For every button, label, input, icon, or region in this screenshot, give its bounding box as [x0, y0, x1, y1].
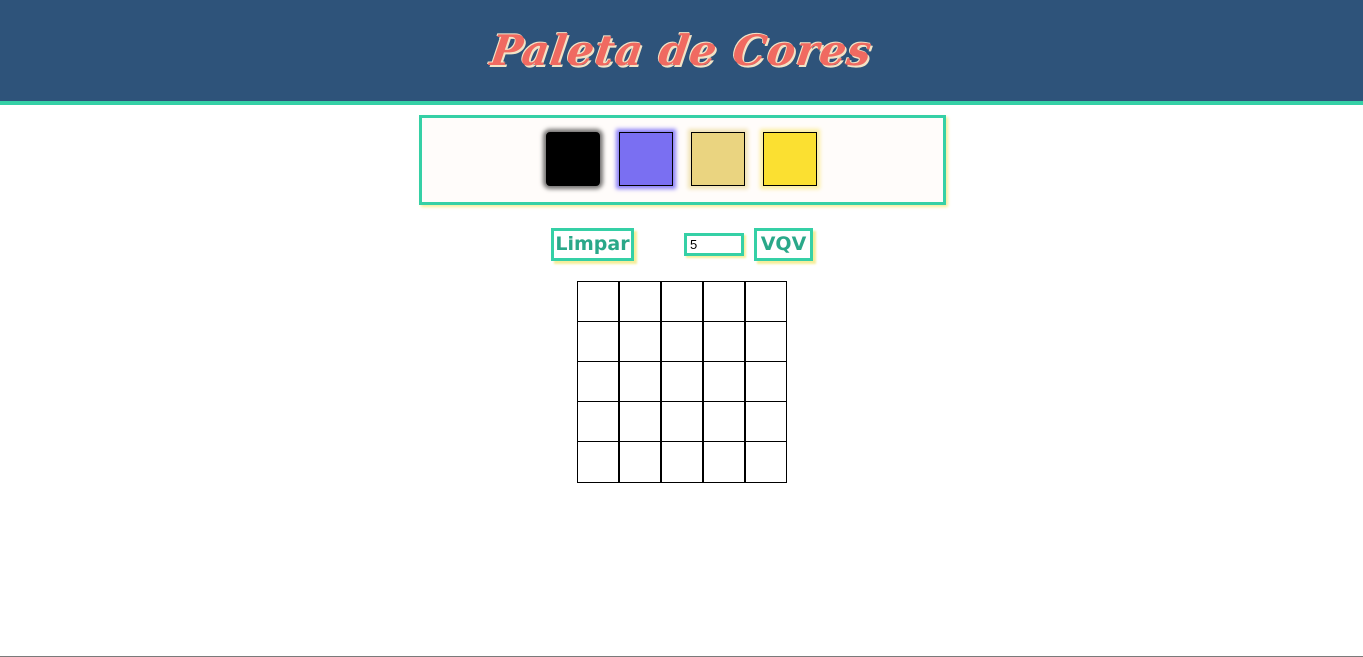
pixel[interactable]	[703, 401, 745, 443]
pixel[interactable]	[619, 281, 661, 323]
pixel-board	[577, 281, 787, 483]
color-swatch-purple[interactable]	[619, 132, 673, 186]
pixel[interactable]	[745, 361, 787, 403]
color-swatch-beige[interactable]	[691, 132, 745, 186]
board-row	[577, 281, 787, 323]
pixel[interactable]	[661, 361, 703, 403]
pixel[interactable]	[745, 321, 787, 363]
pixel[interactable]	[661, 441, 703, 483]
pixel[interactable]	[619, 401, 661, 443]
color-palette	[419, 115, 946, 205]
board-row	[577, 441, 787, 483]
pixel[interactable]	[703, 321, 745, 363]
pixel[interactable]	[661, 401, 703, 443]
pixel[interactable]	[703, 281, 745, 323]
page-title: Paleta de Cores	[487, 26, 876, 75]
pixel[interactable]	[745, 441, 787, 483]
pixel[interactable]	[619, 361, 661, 403]
page: Paleta de Cores Limpar VQV	[0, 0, 1363, 657]
pixel[interactable]	[745, 281, 787, 323]
pixel[interactable]	[577, 321, 619, 363]
pixel[interactable]	[745, 401, 787, 443]
clear-board-button[interactable]: Limpar	[551, 228, 634, 261]
board-row	[577, 361, 787, 403]
pixel[interactable]	[577, 441, 619, 483]
board-size-input[interactable]	[684, 233, 744, 256]
color-swatch-black[interactable]	[546, 132, 600, 186]
pixel[interactable]	[661, 281, 703, 323]
pixel[interactable]	[577, 401, 619, 443]
header: Paleta de Cores	[0, 0, 1363, 105]
pixel[interactable]	[577, 361, 619, 403]
pixel[interactable]	[619, 441, 661, 483]
generate-board-button[interactable]: VQV	[754, 228, 813, 261]
pixel[interactable]	[619, 321, 661, 363]
board-row	[577, 401, 787, 443]
pixel[interactable]	[577, 281, 619, 323]
pixel[interactable]	[661, 321, 703, 363]
pixel[interactable]	[703, 441, 745, 483]
color-swatch-yellow[interactable]	[763, 132, 817, 186]
board-row	[577, 321, 787, 363]
pixel[interactable]	[703, 361, 745, 403]
